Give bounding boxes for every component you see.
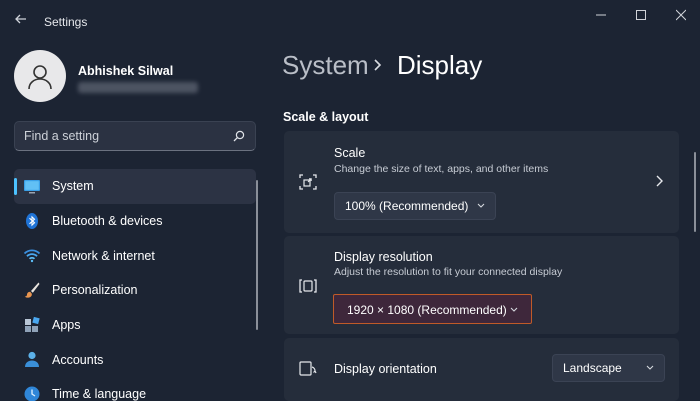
breadcrumb-chevron-icon [374, 59, 382, 71]
maximize-icon [636, 10, 646, 20]
search-box[interactable] [14, 121, 256, 151]
search-input[interactable] [24, 122, 224, 150]
sidebar-item-system[interactable]: System [14, 169, 256, 204]
user-icon [28, 65, 52, 90]
orientation-card: Display orientation Landscape [284, 338, 679, 401]
sidebar-item-label: Apps [52, 318, 81, 333]
scale-value: 100% (Recommended) [345, 199, 469, 213]
app-title: Settings [44, 15, 88, 29]
sidebar-item-label: Network & internet [52, 248, 155, 263]
resolution-title: Display resolution [334, 250, 433, 264]
scale-description: Change the size of text, apps, and other… [334, 163, 549, 175]
back-arrow-icon [15, 14, 26, 24]
sidebar-item-label: Personalization [52, 283, 138, 298]
resolution-icon [299, 279, 317, 293]
sidebar-scrollbar[interactable] [256, 180, 258, 330]
scale-icon [299, 174, 317, 190]
page-title: Display [397, 50, 483, 80]
user-email-redacted [78, 82, 198, 93]
sidebar-item-personalization[interactable]: Personalization [14, 273, 256, 308]
resolution-dropdown[interactable]: 1920 × 1080 (Recommended) [336, 296, 529, 324]
resolution-value: 1920 × 1080 (Recommended) [347, 303, 507, 317]
sidebar-item-bluetooth[interactable]: Bluetooth & devices [14, 204, 256, 239]
paintbrush-icon [24, 282, 40, 298]
sidebar-nav: System Bluetooth & devices Network & int… [14, 169, 256, 401]
chevron-down-icon [477, 203, 485, 208]
sidebar-item-label: Time & language [52, 387, 147, 401]
back-button[interactable] [14, 12, 28, 30]
bluetooth-icon [26, 212, 38, 229]
minimize-button[interactable] [588, 6, 614, 24]
orientation-title: Display orientation [334, 362, 437, 376]
breadcrumb-parent[interactable]: System [282, 50, 369, 81]
sidebar-item-network[interactable]: Network & internet [14, 238, 256, 273]
person-icon [25, 352, 39, 368]
close-button[interactable] [668, 6, 694, 24]
content-scrollbar[interactable] [694, 152, 696, 232]
user-name: Abhishek Silwal [78, 64, 174, 78]
sidebar-item-label: Accounts [52, 352, 104, 367]
sidebar-item-time-language[interactable]: Time & language [14, 377, 256, 401]
orientation-icon [299, 361, 317, 376]
resolution-card: Display resolution Adjust the resolution… [284, 236, 679, 334]
scale-dropdown[interactable]: 100% (Recommended) [334, 192, 496, 220]
sidebar-item-label: System [52, 179, 94, 194]
selection-indicator [14, 178, 17, 195]
sidebar-item-apps[interactable]: Apps [14, 308, 256, 343]
chevron-right-icon [656, 175, 663, 187]
apps-icon [25, 316, 40, 332]
close-icon [676, 9, 686, 21]
chevron-down-icon [646, 365, 654, 370]
section-title: Scale & layout [283, 110, 369, 124]
scale-card[interactable]: Scale Change the size of text, apps, and… [284, 131, 679, 233]
resolution-description: Adjust the resolution to fit your connec… [334, 266, 563, 278]
orientation-dropdown[interactable]: Landscape [552, 354, 665, 382]
wifi-icon [23, 249, 41, 263]
minimize-icon [596, 14, 606, 16]
monitor-icon [24, 180, 40, 194]
sidebar-item-label: Bluetooth & devices [52, 214, 163, 229]
globe-clock-icon [24, 386, 40, 401]
scale-title: Scale [334, 146, 366, 160]
avatar[interactable] [14, 50, 66, 102]
orientation-value: Landscape [563, 361, 622, 375]
maximize-button[interactable] [628, 6, 654, 24]
chevron-down-icon [510, 307, 518, 312]
search-icon[interactable] [233, 130, 245, 142]
sidebar-item-accounts[interactable]: Accounts [14, 342, 256, 377]
title-bar: Settings [0, 0, 700, 44]
